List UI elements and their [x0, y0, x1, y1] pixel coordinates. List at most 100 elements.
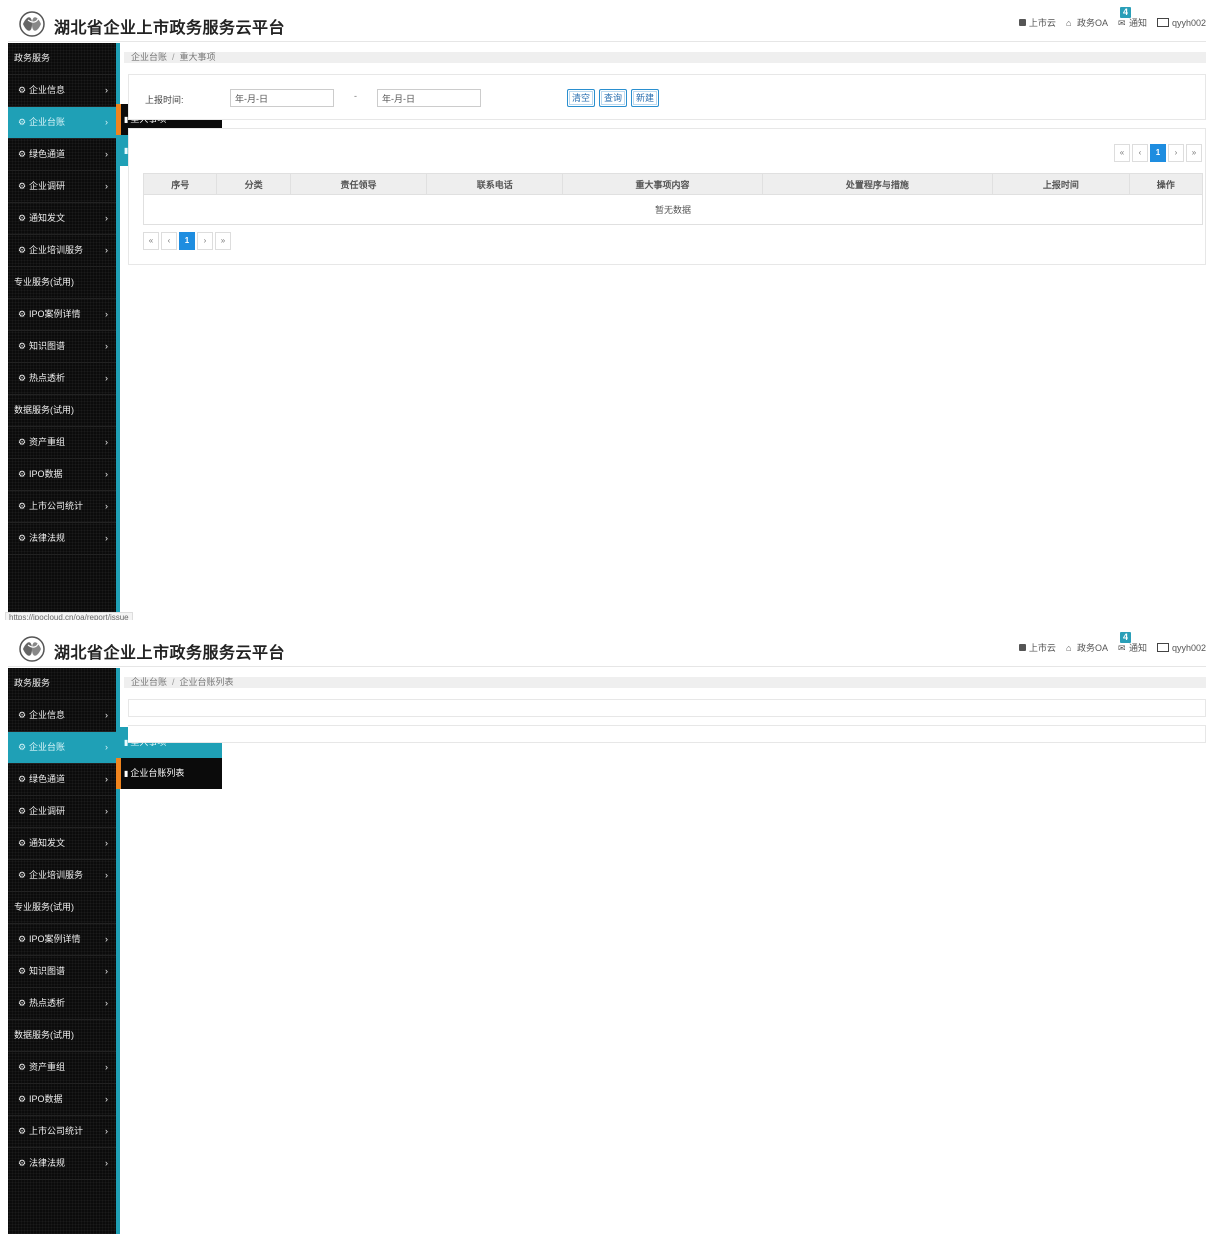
breadcrumb-current: 企业台账列表: [179, 677, 234, 687]
tachometer-icon: ⚙: [18, 437, 27, 447]
sidebar-item-ipo-cases[interactable]: ⚙ IPO案例详情 ›: [8, 299, 116, 331]
sidebar-item-training[interactable]: ⚙ 企业培训服务 ›: [8, 235, 116, 267]
submenu-ledger-list[interactable]: ▮企业台账列表: [116, 758, 222, 789]
chevron-right-icon: ›: [105, 1062, 108, 1072]
sidebar-item-ipo-data[interactable]: ⚙ IPO数据 ›: [8, 459, 116, 491]
topnav-oa[interactable]: ⌂ 政务OA: [1066, 16, 1108, 29]
square-icon: [1018, 644, 1026, 651]
chevron-right-icon: ›: [105, 149, 108, 159]
sidebar: 政务服务 ⚙ 企业信息 › ⚙ 企业台账 › ⚙ 绿色通道 › ⚙ 企业调研 › ⚙ 通知发文 › …: [8, 668, 116, 1234]
brand-title: 湖北省企业上市政务服务云平台: [54, 20, 286, 37]
topnav-user[interactable]: qyyh002: [1156, 643, 1206, 653]
pager-last[interactable]: »: [215, 232, 231, 250]
tachometer-icon: ⚙: [18, 1094, 27, 1104]
sidebar-item-knowledge-graph[interactable]: ⚙ 知识图谱 ›: [8, 956, 116, 988]
logo-icon: [19, 636, 45, 662]
col-content: 重大事项内容: [562, 173, 763, 195]
results-panel: « ‹ 1 › » 序号 分类 责任领导 联系电话 重大事项内容 处置程序与措施…: [128, 128, 1206, 265]
sidebar-item-ledger[interactable]: ⚙ 企业台账 ›: [8, 732, 116, 764]
topnav-listing-cloud[interactable]: 上市云: [1018, 16, 1056, 29]
sidebar-item-notices[interactable]: ⚙ 通知发文 ›: [8, 203, 116, 235]
tachometer-icon: ⚙: [18, 838, 27, 848]
sidebar-item-restructuring[interactable]: ⚙ 资产重组 ›: [8, 427, 116, 459]
pager-first[interactable]: «: [143, 232, 159, 250]
table-row: 暂无数据: [143, 194, 1203, 225]
chevron-right-icon: ›: [105, 1094, 108, 1104]
id-card-icon: [1156, 18, 1169, 27]
chevron-right-icon: ›: [105, 437, 108, 447]
tachometer-icon: ⚙: [18, 181, 27, 191]
screen-major-events: 湖北省企业上市政务服务云平台 上市云 ⌂ 政务OA ✉ 4 通知 qyyh002 政务…: [0, 0, 1206, 620]
search-button[interactable]: 查询: [599, 89, 627, 107]
tachometer-icon: ⚙: [18, 117, 27, 127]
chevron-right-icon: ›: [105, 1126, 108, 1136]
pager-page-1[interactable]: 1: [1150, 144, 1166, 162]
pager-last[interactable]: »: [1186, 144, 1202, 162]
sidebar-item-ledger[interactable]: ⚙ 企业台账 ›: [8, 107, 116, 139]
topnav-oa[interactable]: ⌂ 政务OA: [1066, 641, 1108, 654]
sidebar-item-laws[interactable]: ⚙ 法律法规 ›: [8, 1148, 116, 1180]
sidebar-item-ipo-data[interactable]: ⚙ IPO数据 ›: [8, 1084, 116, 1116]
pager-next[interactable]: ›: [1168, 144, 1184, 162]
clear-button[interactable]: 清空: [567, 89, 595, 107]
sidebar-item-ipo-cases[interactable]: ⚙ IPO案例详情 ›: [8, 924, 116, 956]
col-report-time: 上报时间: [992, 173, 1130, 195]
sidebar-item-notices[interactable]: ⚙ 通知发文 ›: [8, 828, 116, 860]
topnav-listing-cloud[interactable]: 上市云: [1018, 641, 1056, 654]
chevron-right-icon: ›: [105, 117, 108, 127]
pager-prev[interactable]: ‹: [1132, 144, 1148, 162]
tachometer-icon: ⚙: [18, 998, 27, 1008]
tachometer-icon: ⚙: [18, 1158, 27, 1168]
chevron-right-icon: ›: [105, 742, 108, 752]
pager-prev[interactable]: ‹: [161, 232, 177, 250]
sidebar-item-listed-stats[interactable]: ⚙ 上市公司统计 ›: [8, 491, 116, 523]
sidebar-item-hot-topics[interactable]: ⚙ 热点透析 ›: [8, 988, 116, 1020]
breadcrumb-ledger[interactable]: 企业台账: [131, 677, 167, 687]
screen-ledger-list: 湖北省企业上市政务服务云平台 上市云 ⌂ 政务OA ✉ 4 通知 qyyh002 政务…: [0, 625, 1206, 1234]
chevron-right-icon: ›: [105, 181, 108, 191]
pager-page-1[interactable]: 1: [179, 232, 195, 250]
top-nav: 上市云 ⌂ 政务OA ✉ 4 通知 qyyh002: [1018, 7, 1206, 29]
top-nav: 上市云 ⌂ 政务OA ✉ 4 通知 qyyh002: [1018, 632, 1206, 654]
notify-badge: 4: [1119, 7, 1131, 18]
date-from-input[interactable]: 年-月-日: [230, 89, 334, 107]
sidebar-item-listed-stats[interactable]: ⚙ 上市公司统计 ›: [8, 1116, 116, 1148]
col-phone: 联系电话: [426, 173, 564, 195]
sidebar-item-company-info[interactable]: ⚙ 企业信息 ›: [8, 75, 116, 107]
tachometer-icon: ⚙: [18, 341, 27, 351]
sidebar-section-gov: 政务服务: [8, 668, 116, 700]
tachometer-icon: ⚙: [18, 1126, 27, 1136]
tachometer-icon: ⚙: [18, 469, 27, 479]
chevron-right-icon: ›: [105, 85, 108, 95]
chevron-right-icon: ›: [105, 341, 108, 351]
tachometer-icon: ⚙: [18, 149, 27, 159]
sidebar-item-hot-topics[interactable]: ⚙ 热点透析 ›: [8, 363, 116, 395]
topnav-notify[interactable]: ✉ 4 通知: [1118, 7, 1147, 29]
chevron-right-icon: ›: [105, 1158, 108, 1168]
sidebar-item-company-info[interactable]: ⚙ 企业信息 ›: [8, 700, 116, 732]
pager-top: « ‹ 1 › »: [1114, 144, 1202, 162]
logo-icon: [19, 11, 45, 37]
pager-next[interactable]: ›: [197, 232, 213, 250]
sidebar-section-gov: 政务服务: [8, 43, 116, 75]
filter-panel: 上报时间: 年-月-日 - 年-月-日 清空 查询 新建: [128, 74, 1206, 120]
breadcrumb-ledger[interactable]: 企业台账: [131, 52, 167, 62]
sidebar-item-laws[interactable]: ⚙ 法律法规 ›: [8, 523, 116, 555]
sidebar-item-research[interactable]: ⚙ 企业调研 ›: [8, 796, 116, 828]
sidebar-item-green-channel[interactable]: ⚙ 绿色通道 ›: [8, 139, 116, 171]
date-to-input[interactable]: 年-月-日: [377, 89, 481, 107]
topnav-notify[interactable]: ✉ 4 通知: [1118, 632, 1147, 654]
new-button[interactable]: 新建: [631, 89, 659, 107]
sidebar-item-research[interactable]: ⚙ 企业调研 ›: [8, 171, 116, 203]
tachometer-icon: ⚙: [18, 710, 27, 720]
tachometer-icon: ⚙: [18, 806, 27, 816]
sidebar-item-knowledge-graph[interactable]: ⚙ 知识图谱 ›: [8, 331, 116, 363]
date-separator: -: [354, 91, 357, 101]
chevron-right-icon: ›: [105, 998, 108, 1008]
sidebar-item-green-channel[interactable]: ⚙ 绿色通道 ›: [8, 764, 116, 796]
id-card-icon: [1156, 643, 1169, 652]
sidebar-item-restructuring[interactable]: ⚙ 资产重组 ›: [8, 1052, 116, 1084]
topnav-user[interactable]: qyyh002: [1156, 18, 1206, 28]
sidebar-item-training[interactable]: ⚙ 企业培训服务 ›: [8, 860, 116, 892]
pager-first[interactable]: «: [1114, 144, 1130, 162]
